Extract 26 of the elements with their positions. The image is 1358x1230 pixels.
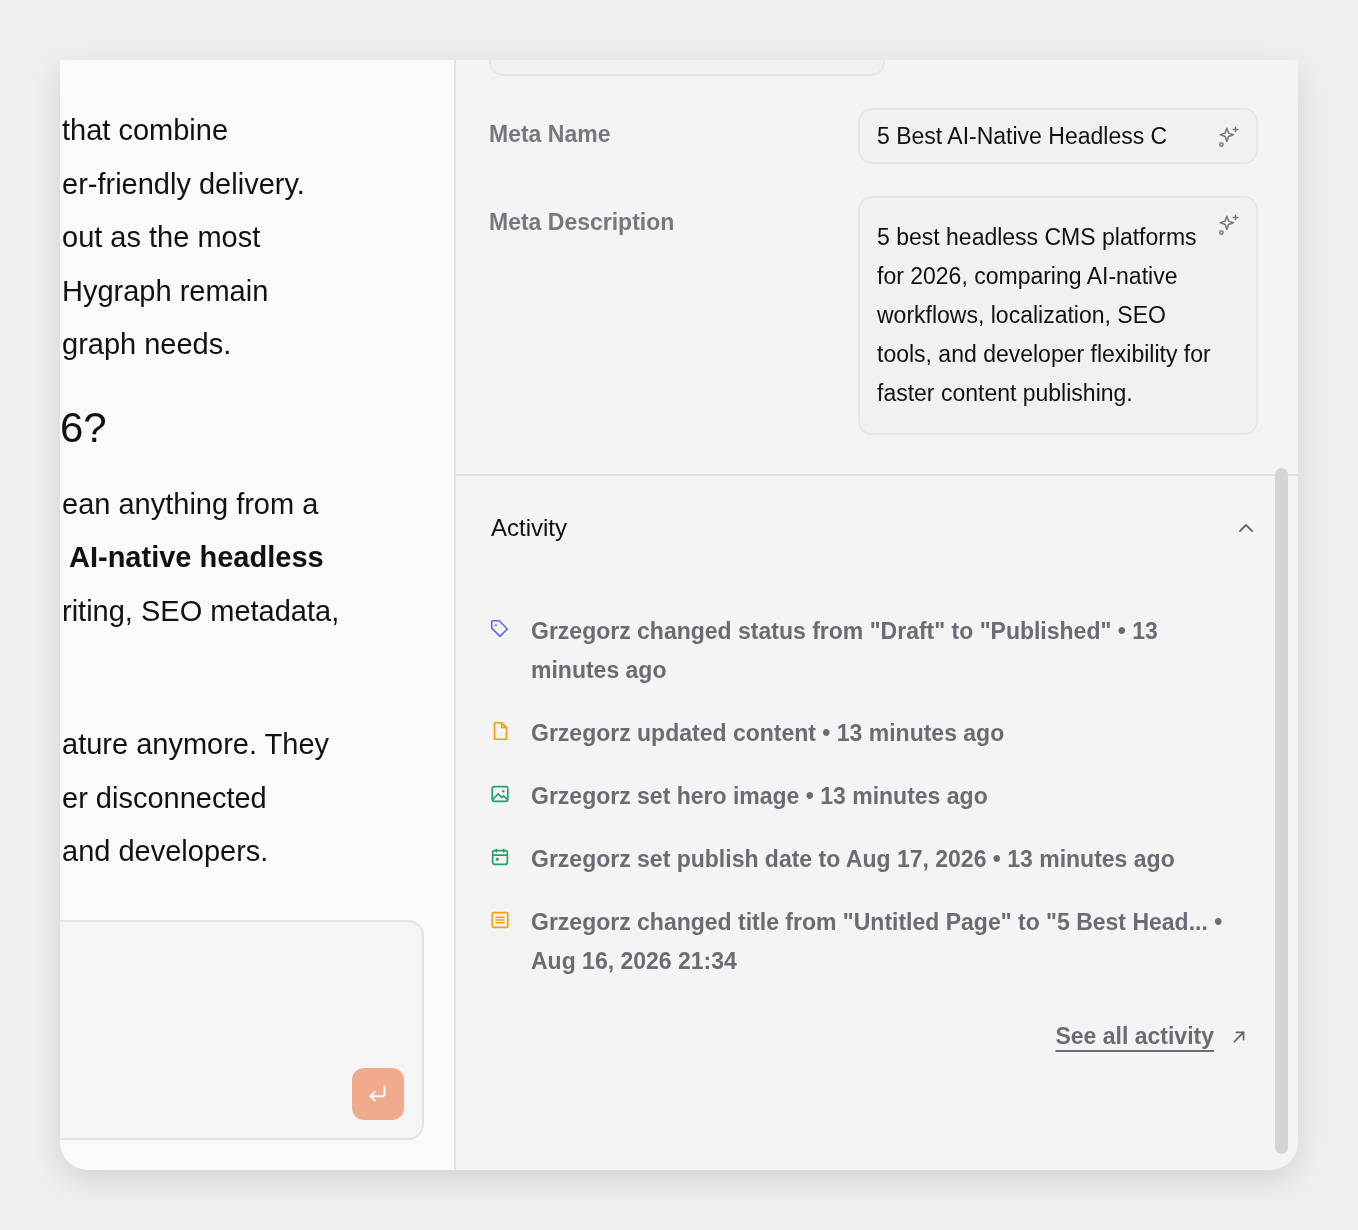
article-text: ean anything from a — [61, 486, 320, 522]
article-text: Hygraph remain — [61, 273, 270, 309]
activity-entry: Grzegorz set publish date to Aug 17, 2026 • 13 minutes ago — [531, 845, 1175, 874]
article-text: graph needs. — [61, 327, 233, 362]
article-text: AI-native headless — [68, 540, 325, 575]
article-text: and developers. — [61, 834, 270, 869]
article-text: er disconnected — [61, 780, 268, 816]
activity-entry: Grzegorz changed status from "Draft" to "Published" • 13 minutes ago — [531, 617, 1159, 685]
article-text: ature anymore. They — [61, 727, 331, 762]
article-text: er-friendly delivery. — [61, 166, 306, 202]
scrollbar[interactable] — [1275, 468, 1288, 1154]
article-text: out as the most — [61, 220, 262, 255]
chat-input[interactable] — [60, 920, 424, 1140]
see-all-link[interactable]: See all activity — [1055, 1023, 1214, 1050]
activity-entry: Grzegorz updated content • 13 minutes ago — [531, 719, 1005, 748]
text-area[interactable]: 5 best headless CMS platforms for 2026, comparing AI-native workflows, localization, SEO tools, and developer flexibility for faster content publishing. — [858, 196, 1258, 435]
text-field[interactable]: 5 Best AI-Native Headless C — [858, 108, 1258, 164]
article-text: riting, SEO metadata, — [61, 593, 341, 629]
send-button[interactable] — [352, 1068, 404, 1120]
section-title: Activity — [491, 514, 567, 542]
field-label: Meta Description — [489, 208, 675, 237]
article-heading: 6? — [60, 402, 108, 453]
article-text: that combine — [61, 113, 230, 148]
field-label: Meta Name — [489, 120, 611, 149]
activity-entry: Grzegorz set hero image • 13 minutes ago — [531, 782, 988, 811]
activity-entry: Grzegorz changed title from "Untitled Page" to "5 Best Head... • Aug 16, 2026 21:34 — [531, 908, 1224, 976]
